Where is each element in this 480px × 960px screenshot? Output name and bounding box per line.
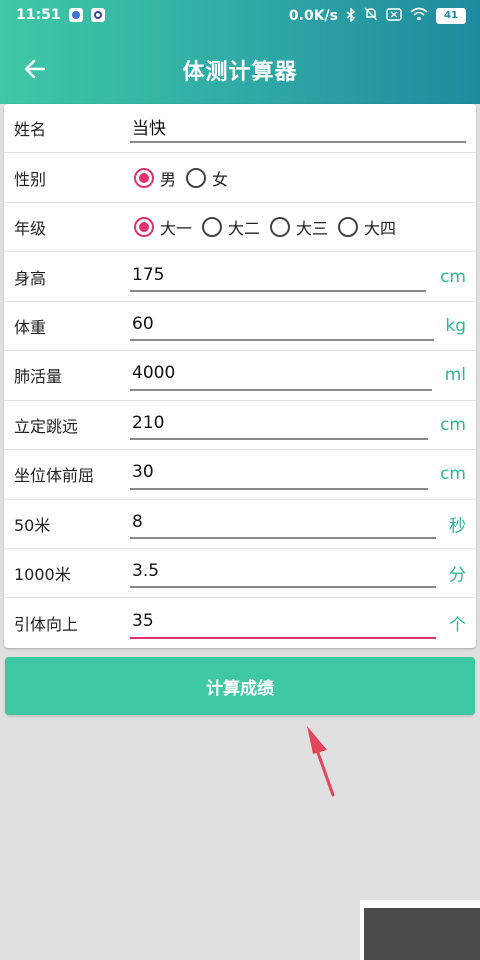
radio-checked-icon bbox=[134, 217, 154, 238]
reach-input[interactable]: 30 bbox=[130, 450, 154, 498]
run1000-unit: 分 bbox=[449, 565, 466, 586]
row-gender: 性别 男 女 bbox=[4, 153, 476, 203]
run1000-input[interactable]: 3.5 bbox=[130, 549, 159, 597]
pullup-underline bbox=[130, 636, 436, 639]
radio-unchecked-icon bbox=[202, 217, 223, 238]
net-speed: 0.0K/s bbox=[288, 8, 338, 24]
weight-input[interactable]: 60 bbox=[130, 302, 154, 350]
bluetooth-icon bbox=[346, 6, 356, 25]
run1000-label: 1000米 bbox=[14, 565, 71, 585]
run1000-underline bbox=[130, 586, 436, 589]
height-underline bbox=[130, 289, 426, 292]
row-jump: 立定跳远 210 cm bbox=[4, 401, 476, 451]
name-value: 当快 bbox=[132, 118, 166, 139]
app-icon-1 bbox=[68, 8, 83, 22]
wifi-icon bbox=[410, 7, 428, 25]
form-card: 姓名 当快 性别 男 女 年级 大一 大二 大三 大四 身高 175 cm 体重… bbox=[4, 104, 476, 648]
pullup-label: 引体向上 bbox=[14, 615, 79, 635]
name-label: 姓名 bbox=[14, 120, 47, 140]
row-name: 姓名 当快 bbox=[4, 104, 476, 154]
grade-radio-4[interactable]: 大四 bbox=[338, 215, 396, 239]
row-grade: 年级 大一 大二 大三 大四 bbox=[4, 203, 476, 253]
run50-input[interactable]: 8 bbox=[130, 500, 143, 548]
jump-label: 立定跳远 bbox=[14, 416, 79, 436]
gender-radio-group: 男 女 bbox=[134, 153, 228, 201]
grade-radio-3[interactable]: 大三 bbox=[270, 215, 328, 239]
radio-unchecked-icon bbox=[270, 217, 291, 238]
calculate-button[interactable]: 计算成绩 bbox=[5, 657, 475, 715]
jump-input[interactable]: 210 bbox=[130, 401, 164, 449]
thumbnail-image bbox=[364, 908, 480, 960]
radio-unchecked-icon bbox=[186, 167, 207, 188]
app-icon-2 bbox=[90, 8, 105, 22]
radio-checked-icon bbox=[134, 167, 154, 188]
weight-unit: kg bbox=[445, 315, 466, 336]
name-input[interactable]: 当快 bbox=[130, 104, 166, 152]
app-bar: 体测计算器 bbox=[0, 34, 480, 104]
sim-icon bbox=[386, 7, 402, 25]
reach-unit: cm bbox=[440, 464, 466, 485]
height-label: 身高 bbox=[14, 268, 47, 288]
lung-unit: ml bbox=[444, 365, 466, 386]
gender-radio-male[interactable]: 男 bbox=[134, 166, 176, 190]
status-time: 11:51 bbox=[16, 7, 61, 23]
row-lung: 肺活量 4000 ml bbox=[4, 351, 476, 401]
run50-unit: 秒 bbox=[449, 516, 466, 537]
gender-radio-female[interactable]: 女 bbox=[186, 166, 228, 190]
pullup-unit: 个 bbox=[449, 615, 466, 636]
row-run1000: 1000米 3.5 分 bbox=[4, 549, 476, 599]
row-height: 身高 175 cm bbox=[4, 252, 476, 302]
pullup-input[interactable]: 35 bbox=[130, 598, 154, 647]
page-title: 体测计算器 bbox=[182, 60, 298, 85]
height-input[interactable]: 175 bbox=[130, 252, 164, 300]
grade-radio-group: 大一 大二 大三 大四 bbox=[134, 203, 396, 251]
weight-underline bbox=[130, 339, 434, 342]
grade-radio-2[interactable]: 大二 bbox=[202, 215, 260, 239]
row-weight: 体重 60 kg bbox=[4, 302, 476, 352]
status-bar: 11:51 0.0K/s 41 bbox=[0, 0, 480, 34]
row-pullup: 引体向上 35 个 bbox=[4, 598, 476, 647]
lung-underline bbox=[130, 388, 432, 391]
reach-label: 坐位体前屈 bbox=[14, 466, 95, 486]
row-reach: 坐位体前屈 30 cm bbox=[4, 450, 476, 500]
radio-unchecked-icon bbox=[338, 217, 359, 238]
reach-underline bbox=[130, 487, 428, 490]
run50-underline bbox=[130, 536, 436, 539]
grade-label: 年级 bbox=[14, 219, 47, 239]
run50-label: 50米 bbox=[14, 515, 51, 535]
weight-label: 体重 bbox=[14, 317, 47, 337]
thumbnail-preview bbox=[360, 900, 480, 960]
grade-radio-1[interactable]: 大一 bbox=[134, 215, 192, 239]
lung-label: 肺活量 bbox=[14, 367, 63, 387]
battery-icon: 41 bbox=[436, 8, 466, 24]
mute-icon bbox=[364, 7, 378, 25]
annotation-arrow-icon bbox=[307, 726, 335, 797]
gender-label: 性别 bbox=[14, 169, 47, 189]
name-underline bbox=[130, 141, 466, 144]
row-run50: 50米 8 秒 bbox=[4, 500, 476, 549]
lung-input[interactable]: 4000 bbox=[130, 351, 175, 399]
jump-underline bbox=[130, 438, 428, 441]
height-unit: cm bbox=[440, 266, 466, 287]
jump-unit: cm bbox=[440, 414, 466, 435]
